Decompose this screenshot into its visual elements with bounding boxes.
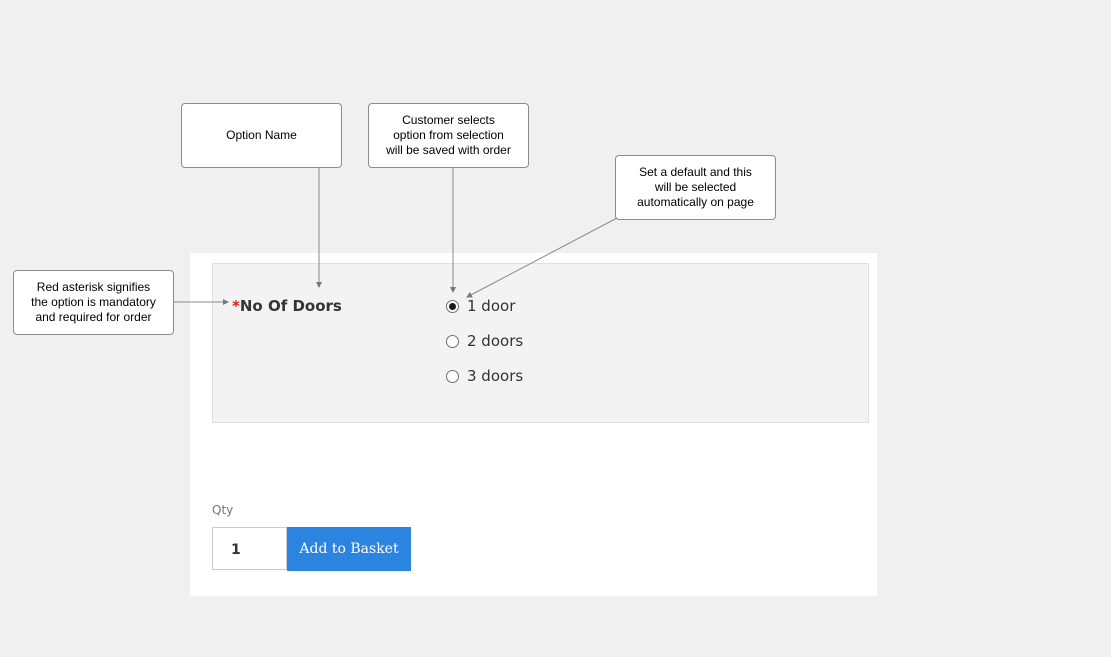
option-name: No Of Doors — [239, 297, 342, 315]
radio-button[interactable] — [446, 334, 459, 348]
radio-label: 1 door — [467, 297, 516, 315]
radio-option-3-doors[interactable]: 3 doors — [446, 367, 523, 385]
callout-option-name: Option Name — [181, 103, 342, 168]
callout-customer-selects: Customer selects option from selection w… — [368, 103, 529, 168]
radio-option-1-door[interactable]: 1 door — [446, 297, 515, 315]
required-asterisk: * — [232, 297, 240, 315]
callout-red-asterisk: Red asterisk signifies the option is man… — [13, 270, 174, 335]
qty-label: Qty — [212, 503, 234, 517]
add-to-basket-button[interactable]: Add to Basket — [287, 527, 411, 571]
radio-option-2-doors[interactable]: 2 doors — [446, 332, 523, 350]
qty-input[interactable]: 1 — [212, 527, 287, 570]
option-box — [212, 263, 869, 423]
option-label: *No Of Doors — [232, 297, 342, 315]
radio-button[interactable] — [446, 299, 459, 313]
radio-label: 2 doors — [467, 332, 524, 350]
radio-selected-dot — [449, 302, 456, 310]
radio-label: 3 doors — [467, 367, 524, 385]
radio-button[interactable] — [446, 369, 459, 383]
callout-set-default: Set a default and this will be selected … — [615, 155, 776, 220]
